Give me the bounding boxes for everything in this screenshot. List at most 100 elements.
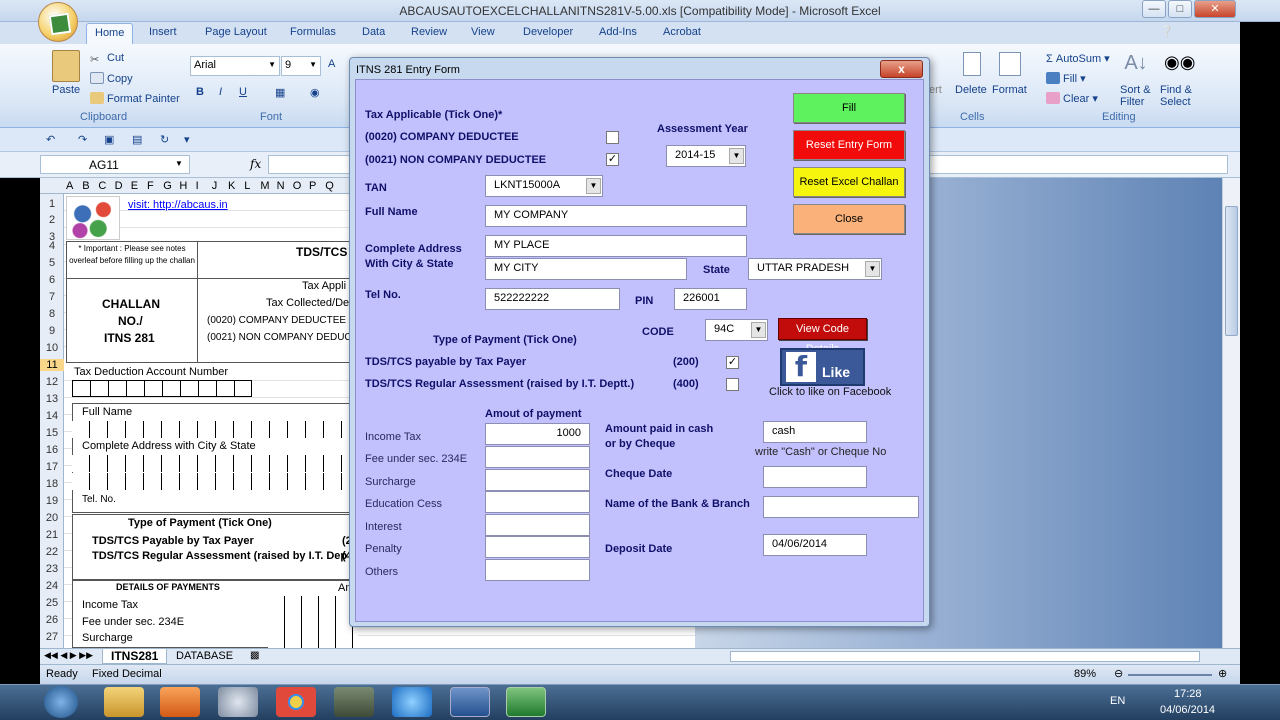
- row-header[interactable]: 5: [40, 257, 64, 269]
- office-button[interactable]: [38, 2, 78, 42]
- cash-cheque-field[interactable]: cash: [763, 421, 867, 443]
- explorer-icon[interactable]: [104, 687, 144, 717]
- insert-sheet-icon[interactable]: ▩: [250, 650, 259, 661]
- bank-branch-field[interactable]: [763, 496, 919, 518]
- assessment-year-select[interactable]: 2014-15 ▼: [666, 145, 746, 167]
- scroll-thumb[interactable]: [1225, 206, 1238, 336]
- tel-field[interactable]: 522222222: [485, 288, 620, 310]
- surcharge-field[interactable]: [485, 469, 590, 491]
- column-header[interactable]: C: [98, 180, 106, 192]
- insert-cells-button[interactable]: ert: [929, 84, 942, 96]
- others-field[interactable]: [485, 559, 590, 581]
- format-cells-button[interactable]: Format: [992, 84, 1027, 96]
- app-icon[interactable]: [334, 687, 374, 717]
- visit-link[interactable]: visit: http://abcaus.in: [128, 199, 228, 211]
- font-name-select[interactable]: Arial ▼: [190, 56, 280, 76]
- row-header[interactable]: 12: [40, 376, 64, 388]
- row-header[interactable]: 11: [40, 359, 64, 371]
- row-header[interactable]: 10: [40, 342, 64, 354]
- customize-qat-icon[interactable]: ▾: [184, 133, 190, 146]
- zoom-slider[interactable]: [1128, 674, 1212, 676]
- deposit-date-field[interactable]: 04/06/2014: [763, 534, 867, 556]
- row-header[interactable]: 20: [40, 512, 64, 524]
- tan-select[interactable]: LKNT15000A ▼: [485, 175, 603, 197]
- column-header[interactable]: F: [147, 180, 154, 192]
- clear-button[interactable]: Clear ▾: [1046, 92, 1098, 105]
- penalty-field[interactable]: [485, 536, 590, 558]
- row-header[interactable]: 18: [40, 478, 64, 490]
- zoom-in-icon[interactable]: ⊕: [1218, 667, 1227, 680]
- row-header[interactable]: 22: [40, 546, 64, 558]
- window-close-button[interactable]: ✕: [1194, 0, 1236, 18]
- view-code-details-button[interactable]: View Code Details: [778, 318, 867, 355]
- reset-entry-form-button[interactable]: Reset Entry Form: [793, 130, 905, 160]
- format-painter-button[interactable]: Format Painter: [90, 92, 180, 105]
- column-header[interactable]: B: [82, 180, 89, 192]
- fx-icon[interactable]: fx: [250, 157, 261, 171]
- column-header[interactable]: P: [309, 180, 316, 192]
- word-icon[interactable]: [450, 687, 490, 717]
- tab-add-ins[interactable]: Add-Ins: [599, 26, 637, 38]
- fill-button[interactable]: Fill: [793, 93, 905, 123]
- column-header[interactable]: J: [212, 180, 218, 192]
- reset-excel-challan-button[interactable]: Reset Excel Challan: [793, 167, 905, 197]
- maximize-button[interactable]: □: [1168, 0, 1192, 18]
- column-header[interactable]: H: [179, 180, 187, 192]
- tab-insert[interactable]: Insert: [149, 26, 177, 38]
- interest-field[interactable]: [485, 514, 590, 536]
- row-header[interactable]: 17: [40, 461, 64, 473]
- tab-home[interactable]: Home: [86, 23, 134, 45]
- row-header[interactable]: 21: [40, 529, 64, 541]
- vertical-scrollbar[interactable]: [1222, 178, 1240, 648]
- row-header[interactable]: 13: [40, 393, 64, 405]
- address-line2-field[interactable]: MY CITY: [485, 258, 687, 280]
- autosum-button[interactable]: Σ AutoSum ▾: [1046, 52, 1110, 65]
- row-header[interactable]: 16: [40, 444, 64, 456]
- undo-icon[interactable]: ↶: [46, 133, 55, 146]
- redo-icon[interactable]: ↷: [78, 133, 87, 146]
- sheet-nav-icon[interactable]: ◀◀ ◀ ▶ ▶▶: [44, 650, 93, 661]
- close-button[interactable]: Close: [793, 204, 905, 234]
- row-header[interactable]: 15: [40, 427, 64, 439]
- font-size-select[interactable]: 9 ▼: [281, 56, 321, 76]
- delete-cells-button[interactable]: Delete: [955, 84, 987, 96]
- address-line1-field[interactable]: MY PLACE: [485, 235, 747, 257]
- row-header[interactable]: 27: [40, 631, 64, 643]
- row-header[interactable]: 9: [40, 325, 64, 337]
- row-header[interactable]: 4: [40, 240, 64, 252]
- borders-icon[interactable]: ▦: [275, 86, 285, 99]
- pin-field[interactable]: 226001: [674, 288, 747, 310]
- company-deductee-checkbox[interactable]: [606, 131, 619, 144]
- tab-acrobat[interactable]: Acrobat: [663, 26, 701, 38]
- cheque-date-field[interactable]: [763, 466, 867, 488]
- zoom-level[interactable]: 89%: [1074, 668, 1096, 680]
- row-header[interactable]: 24: [40, 580, 64, 592]
- column-header[interactable]: O: [293, 180, 302, 192]
- zoom-out-icon[interactable]: ⊖: [1114, 667, 1123, 680]
- help-icon[interactable]: ❔: [1160, 25, 1174, 38]
- code-select[interactable]: 94C ▼: [705, 319, 768, 341]
- tab-data[interactable]: Data: [362, 26, 385, 38]
- minimize-button[interactable]: —: [1142, 0, 1166, 18]
- facebook-like-button[interactable]: f Like: [780, 348, 865, 386]
- row-header[interactable]: 1: [40, 198, 64, 210]
- internet-explorer-icon[interactable]: [392, 687, 432, 717]
- row-header[interactable]: 7: [40, 291, 64, 303]
- horizontal-scrollbar[interactable]: [730, 651, 1200, 662]
- row-header[interactable]: 6: [40, 274, 64, 286]
- bold-button[interactable]: B: [196, 86, 204, 98]
- tab-developer[interactable]: Developer: [523, 26, 573, 38]
- education-cess-field[interactable]: [485, 491, 590, 513]
- hp-icon[interactable]: [218, 687, 258, 717]
- sheet-tab-itns281[interactable]: ITNS281: [102, 649, 168, 664]
- column-header[interactable]: K: [228, 180, 235, 192]
- fill-color-icon[interactable]: ◉: [310, 86, 320, 99]
- tab-page-layout[interactable]: Page Layout: [205, 26, 267, 38]
- row-header[interactable]: 23: [40, 563, 64, 575]
- row-header[interactable]: 25: [40, 597, 64, 609]
- tab-view[interactable]: View: [471, 26, 495, 38]
- column-header[interactable]: E: [131, 180, 138, 192]
- non-company-deductee-checkbox[interactable]: ✓: [606, 153, 619, 166]
- fill-button[interactable]: Fill ▾: [1046, 72, 1086, 85]
- row-header[interactable]: 19: [40, 495, 64, 507]
